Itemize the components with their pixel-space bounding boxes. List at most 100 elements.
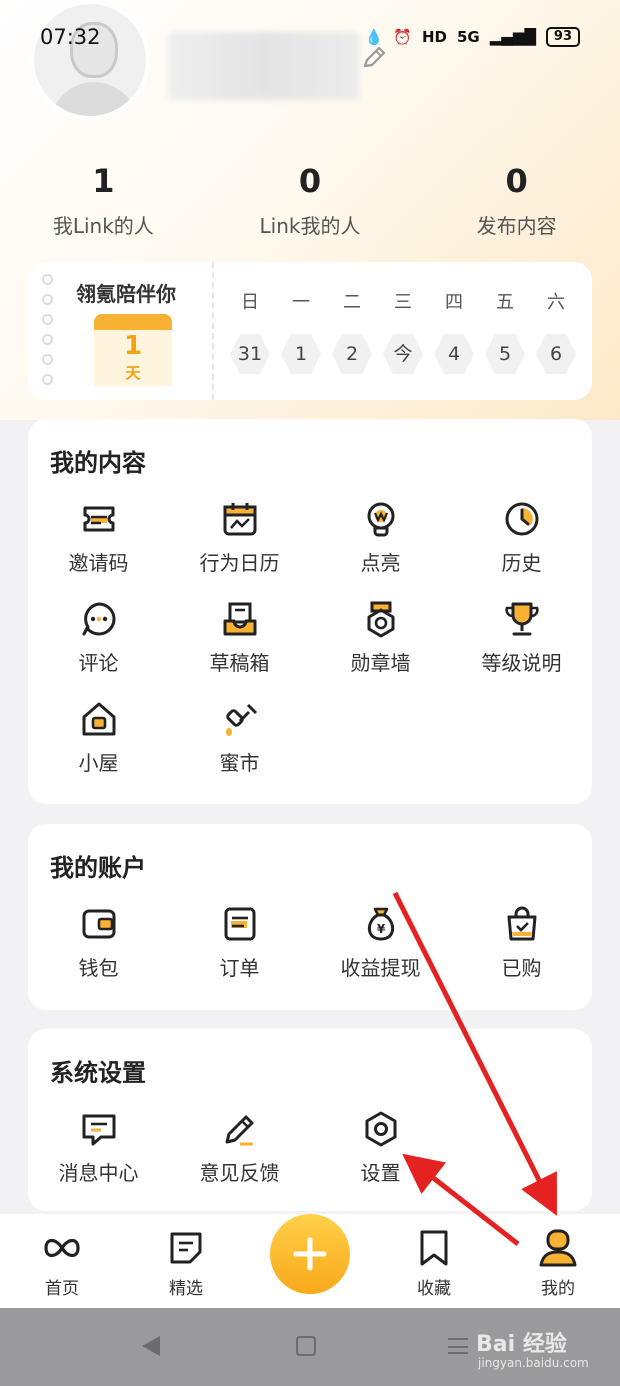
companion-day-unit: 天: [125, 364, 141, 382]
day-cell: 4: [434, 334, 474, 374]
drafts-icon: [223, 602, 256, 636]
network-label: 5G: [457, 28, 480, 46]
wallet-button[interactable]: 钱包: [28, 904, 169, 1004]
order-icon: [224, 907, 255, 941]
user-icon: [539, 1229, 577, 1267]
item-label: 意见反馈: [199, 1161, 280, 1185]
drafts-button[interactable]: 草稿箱: [169, 599, 310, 699]
clock-icon: [505, 502, 538, 536]
drop-icon: 💧: [364, 28, 384, 46]
weekday-label: 一: [292, 292, 310, 313]
item-label: 已购: [501, 956, 542, 980]
svg-text:¥: ¥: [376, 922, 385, 936]
nav-back-icon[interactable]: [142, 1336, 160, 1356]
wallet-icon: [82, 909, 115, 939]
stat-following[interactable]: 1 我Link的人: [0, 162, 207, 239]
binder-dots: [42, 274, 53, 385]
settings-hex-icon: [365, 1111, 396, 1147]
calendar-counter-icon: 1 天: [94, 314, 172, 388]
weekday-label: 二: [343, 292, 361, 313]
history-button[interactable]: 历史: [451, 499, 592, 599]
plus-icon: [293, 1237, 327, 1271]
house-icon: [82, 702, 115, 736]
avatar-body-shape: [50, 82, 138, 116]
stat-label: 我Link的人: [52, 214, 154, 238]
purchased-button[interactable]: 已购: [451, 904, 592, 1004]
light-up-button[interactable]: 点亮: [310, 499, 451, 599]
tab-featured[interactable]: 精选: [124, 1214, 248, 1308]
watermark-brand: Bai 经验: [476, 1332, 567, 1357]
message-icon: [82, 1114, 115, 1146]
item-label: 草稿箱: [209, 651, 270, 675]
my-content-card: 我的内容 邀请码 行为日历 点亮 历史 评论 草稿箱 勋章墙 等级说明 小屋 蜜…: [28, 419, 592, 804]
level-info-button[interactable]: 等级说明: [451, 599, 592, 699]
pencil-icon: [225, 1115, 253, 1146]
honey-market-button[interactable]: 蜜市: [169, 699, 310, 799]
trophy-icon: [504, 602, 539, 636]
hd-badge: HD: [421, 28, 447, 46]
status-icons: 💧 ⏰ HD 5G ▂▄▆█ 93: [365, 27, 580, 47]
day-cell-today: 今: [383, 334, 423, 374]
behavior-calendar-button[interactable]: 行为日历: [169, 499, 310, 599]
comments-button[interactable]: 评论: [28, 599, 169, 699]
cabin-button[interactable]: 小屋: [28, 699, 169, 799]
stat-label: Link我的人: [259, 214, 361, 238]
system-settings-card: 系统设置 消息中心 意见反馈 设置: [28, 1029, 592, 1211]
settings-button[interactable]: 设置: [310, 1109, 451, 1209]
item-label: 消息中心: [58, 1161, 139, 1185]
ticket-icon: [83, 506, 114, 532]
publish-plus-button[interactable]: [270, 1214, 350, 1294]
nav-home-icon[interactable]: [296, 1336, 316, 1356]
companion-title: 翎氪陪伴你: [76, 282, 176, 306]
item-label: 蜜市: [219, 751, 260, 775]
invite-code-button[interactable]: 邀请码: [28, 499, 169, 599]
system-grid: 消息中心 意见反馈 设置: [28, 1109, 592, 1209]
stat-num: 0: [505, 162, 528, 200]
tab-label: 精选: [169, 1279, 203, 1299]
infinity-icon: [44, 1238, 80, 1258]
tab-mine[interactable]: 我的: [496, 1214, 620, 1308]
stat-followers[interactable]: 0 Link我的人: [207, 162, 414, 239]
item-label: 设置: [360, 1161, 401, 1185]
content-grid: 邀请码 行为日历 点亮 历史 评论 草稿箱 勋章墙 等级说明 小屋 蜜市: [28, 499, 592, 799]
earnings-withdraw-button[interactable]: ¥ 收益提现: [310, 904, 451, 1004]
section-title: 我的账户: [50, 854, 146, 882]
tab-home[interactable]: 首页: [0, 1214, 124, 1308]
orders-button[interactable]: 订单: [169, 904, 310, 1004]
weekday-label: 四: [445, 292, 463, 313]
section-title: 我的内容: [50, 449, 146, 477]
section-title: 系统设置: [50, 1059, 146, 1087]
signal-icon: ▂▄▆█: [489, 28, 536, 46]
watermark-url: jingyan.baidu.com: [478, 1356, 589, 1370]
companion-day-count: 1: [123, 331, 143, 361]
tab-label: 首页: [45, 1279, 79, 1299]
item-label: 评论: [78, 651, 119, 675]
bookmark-icon: [420, 1230, 448, 1266]
tab-favorites[interactable]: 收藏: [372, 1214, 496, 1308]
medal-icon: [367, 601, 394, 638]
nav-recents-icon[interactable]: [448, 1338, 468, 1354]
week-strip: 日 一 二 三 四 五 六 31 1 2 今 4 5 6: [214, 262, 592, 400]
feedback-button[interactable]: 意见反馈: [169, 1109, 310, 1209]
day-cell: 5: [485, 334, 525, 374]
money-bag-icon: ¥: [367, 907, 394, 941]
tab-label: 我的: [541, 1279, 575, 1299]
companion-calendar-card[interactable]: 翎氪陪伴你 1 天 日 一 二 三 四 五 六 31 1 2 今 4 5 6: [28, 262, 592, 400]
medal-wall-button[interactable]: 勋章墙: [310, 599, 451, 699]
item-label: 小屋: [78, 751, 119, 775]
document-icon: [170, 1232, 202, 1264]
avatar[interactable]: [30, 0, 150, 120]
item-label: 订单: [219, 956, 260, 980]
companion-days-panel: 翎氪陪伴你 1 天: [28, 262, 214, 400]
day-cell: 6: [536, 334, 576, 374]
day-cell: 2: [332, 334, 372, 374]
battery-icon: 93: [545, 27, 580, 47]
item-label: 邀请码: [68, 551, 129, 575]
message-center-button[interactable]: 消息中心: [28, 1109, 169, 1209]
weekday-label: 日: [241, 292, 259, 313]
weekday-label: 三: [394, 292, 412, 313]
tab-label: 收藏: [417, 1279, 451, 1299]
system-nav-bar: Bai 经验 jingyan.baidu.com: [0, 1308, 620, 1386]
stat-posts[interactable]: 0 发布内容: [413, 162, 620, 239]
item-label: 等级说明: [481, 651, 562, 675]
